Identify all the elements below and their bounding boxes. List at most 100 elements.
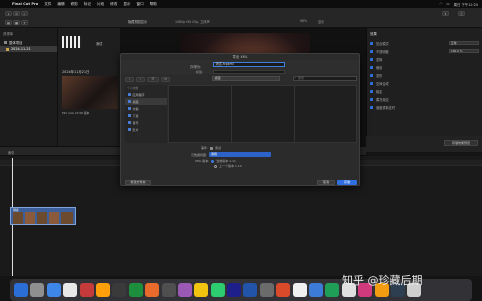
metadata-select[interactable]: 通用: [209, 152, 272, 157]
save-as-field[interactable]: 测试.fcpxml: [213, 62, 285, 67]
menu-help[interactable]: 帮助: [150, 2, 157, 7]
timeline-clip[interactable]: 测试: [10, 207, 76, 225]
clock[interactable]: 周日 下午12:20: [454, 2, 478, 7]
sidebar-item-desktop[interactable]: 桌面: [125, 98, 167, 105]
back-button[interactable]: ‹: [125, 76, 134, 82]
dock-app-icon[interactable]: [161, 283, 176, 297]
index-button[interactable]: 索引: [8, 150, 14, 155]
menu-clip[interactable]: 片段: [97, 2, 104, 7]
dock-app-icon[interactable]: [259, 283, 274, 297]
dock-app-icon[interactable]: [112, 283, 127, 297]
checkbox-icon[interactable]: [370, 105, 373, 109]
inspector-row[interactable]: 不透明度 100.0 %: [367, 47, 482, 55]
dock-app-icon[interactable]: [227, 283, 242, 297]
sidebar-item-label: 影片: [132, 127, 139, 132]
sidebar-item-applications[interactable]: 应用程序: [125, 91, 167, 98]
browser-column[interactable]: [169, 86, 232, 142]
sidebar-item-downloads[interactable]: 下载: [125, 112, 167, 119]
browser-clip-label[interactable]: 测试: [96, 41, 102, 46]
clip-name[interactable]: film look 23.98 版本: [62, 111, 89, 115]
dock-app-icon[interactable]: [194, 283, 209, 297]
menu-edit[interactable]: 编辑: [57, 2, 64, 7]
new-folder-icon-button[interactable]: ▭: [161, 76, 170, 82]
menu-view[interactable]: 显示: [123, 2, 130, 7]
dock-app-icon[interactable]: [309, 283, 324, 297]
titles-toggle[interactable]: T: [21, 20, 28, 25]
radio-previous-version[interactable]: [214, 164, 217, 168]
inspector-row[interactable]: 果冻效应: [367, 95, 482, 103]
row-value[interactable]: 100.0 %: [449, 48, 479, 54]
view-menu[interactable]: 显示: [318, 19, 324, 24]
checkbox-icon[interactable]: [370, 97, 373, 101]
checkbox-icon[interactable]: [370, 65, 373, 69]
inspector-row[interactable]: 复合模式 正常: [367, 39, 482, 47]
clip-thumbnail[interactable]: [62, 76, 118, 109]
checkbox-icon[interactable]: [370, 73, 373, 77]
zoom-level[interactable]: 96%: [300, 19, 307, 23]
dock-app-icon[interactable]: [30, 283, 45, 297]
inspector-row[interactable]: 变换: [367, 55, 482, 63]
app-menu[interactable]: Final Cut Pro: [12, 2, 38, 6]
clapper-icon[interactable]: [62, 36, 82, 48]
inspector-row[interactable]: 速度重新定时: [367, 103, 482, 111]
checkbox-icon[interactable]: [370, 49, 373, 53]
status-area: ◠ ▭ 周日 下午12:20: [439, 0, 478, 8]
radio-current-version[interactable]: [211, 159, 215, 163]
search-input[interactable]: 搜索: [293, 76, 357, 81]
dock-app-icon[interactable]: [177, 283, 192, 297]
checkbox-icon[interactable]: [370, 57, 373, 61]
dock-app-icon[interactable]: [14, 283, 28, 297]
dock-app-icon[interactable]: [276, 283, 291, 297]
menu-window[interactable]: 窗口: [137, 2, 144, 7]
photos-toggle[interactable]: ▦: [13, 20, 20, 25]
share-button[interactable]: ⇪: [442, 11, 449, 16]
checkbox-icon[interactable]: [370, 89, 373, 93]
checkbox-icon[interactable]: [370, 41, 373, 45]
save-preset-button[interactable]: 存储效果预置: [444, 140, 478, 146]
menu-modify[interactable]: 修改: [110, 2, 117, 7]
menu-mark[interactable]: 标记: [84, 2, 91, 7]
dock-app-icon[interactable]: [325, 283, 340, 297]
dock-app-icon[interactable]: [292, 283, 307, 297]
sidebar-item-music[interactable]: 音乐: [125, 119, 167, 126]
location-select[interactable]: 桌面: [212, 76, 280, 81]
new-folder-button[interactable]: 新建文件夹: [125, 180, 151, 185]
menu-file[interactable]: 文件: [44, 2, 51, 7]
dock-app-icon[interactable]: [46, 283, 61, 297]
browser-column[interactable]: [232, 86, 295, 142]
folder-icon: [128, 121, 131, 124]
sidebar-item-documents[interactable]: 文稿: [125, 105, 167, 112]
inspector-row[interactable]: 裁剪: [367, 63, 482, 71]
sidebar-item-label: 整体项目: [9, 41, 23, 45]
dock-app-icon[interactable]: [128, 283, 143, 297]
browser-filter-label[interactable]: 隐藏视图显示: [128, 19, 147, 24]
analyze-button[interactable]: ✓: [21, 11, 28, 16]
view-mode-button[interactable]: ☷: [147, 76, 159, 82]
sidebar-item-event[interactable]: 2024-11-21: [0, 46, 57, 52]
sidebar-item-library[interactable]: 整体项目: [0, 39, 57, 46]
inspector-row[interactable]: 空间合成: [367, 79, 482, 87]
battery-icon[interactable]: ▭: [446, 2, 449, 6]
sidebar-item-movies[interactable]: 影片: [125, 126, 167, 133]
dock-app-icon[interactable]: [210, 283, 225, 297]
file-browser[interactable]: [168, 85, 357, 143]
wifi-icon[interactable]: ◠: [439, 2, 442, 6]
dock-app-icon[interactable]: [95, 283, 110, 297]
inspector-toggle[interactable]: ⓘ: [458, 11, 465, 16]
menu-trim[interactable]: 修剪: [71, 2, 78, 7]
save-button[interactable]: 存储: [337, 180, 357, 185]
libraries-toggle[interactable]: ▤: [5, 20, 12, 25]
forward-button[interactable]: ›: [136, 76, 145, 82]
import-button[interactable]: ↓: [5, 11, 12, 16]
keyword-button[interactable]: ⚿: [13, 11, 20, 16]
checkbox-icon[interactable]: [370, 81, 373, 85]
cancel-button[interactable]: 取消: [317, 180, 335, 185]
inspector-row[interactable]: 稳定: [367, 87, 482, 95]
dock-app-icon[interactable]: [63, 283, 78, 297]
tags-field[interactable]: [213, 69, 285, 74]
dock-app-icon[interactable]: [79, 283, 94, 297]
inspector-row[interactable]: 变形: [367, 71, 482, 79]
dock-app-icon[interactable]: [145, 283, 160, 297]
row-value[interactable]: 正常: [449, 40, 479, 46]
dock-app-icon[interactable]: [243, 283, 258, 297]
